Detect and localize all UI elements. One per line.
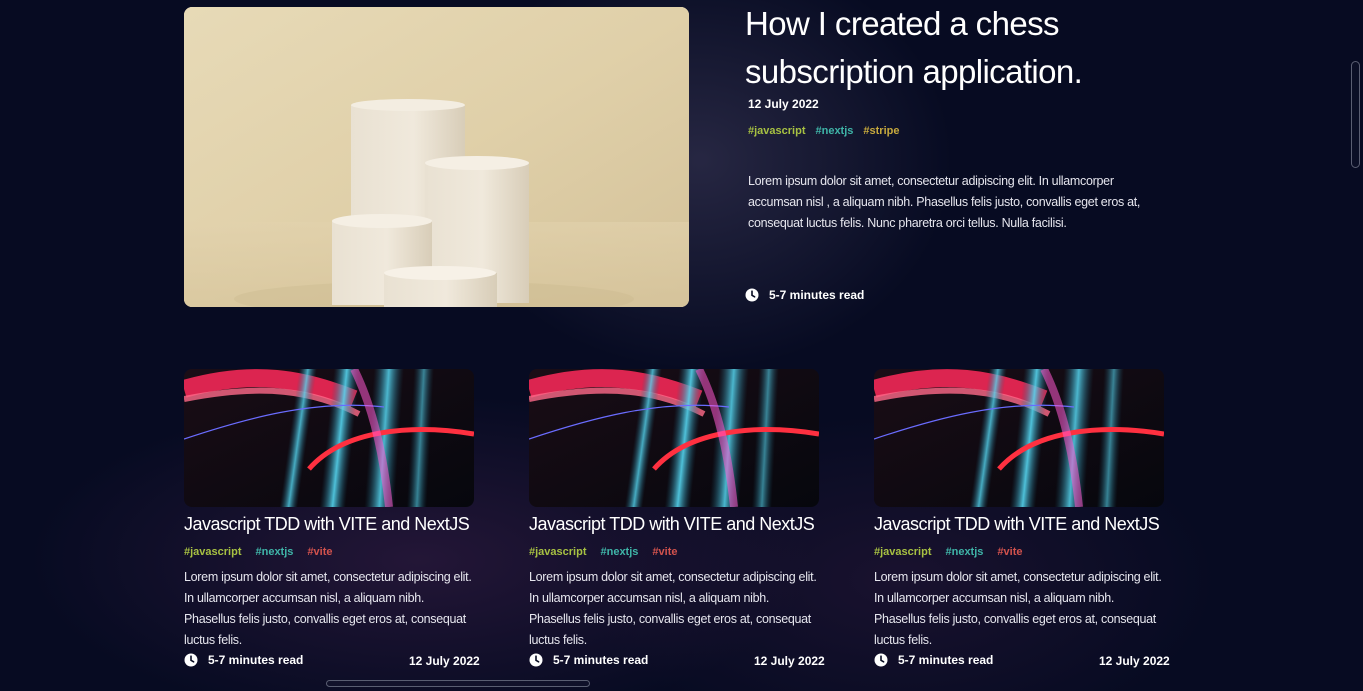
- tag-nextjs[interactable]: #nextjs: [255, 546, 293, 558]
- tag-javascript[interactable]: #javascript: [529, 546, 586, 558]
- featured-post-description: Lorem ipsum dolor sit amet, consectetur …: [748, 174, 1141, 230]
- tag-stripe[interactable]: #stripe: [863, 125, 899, 137]
- tag-nextjs[interactable]: #nextjs: [945, 546, 983, 558]
- clock-icon: [184, 653, 198, 667]
- post-card-date: 12 July 2022: [409, 654, 480, 668]
- post-card-tags: #javascript #nextjs #vite: [874, 546, 1022, 558]
- tag-javascript[interactable]: #javascript: [874, 546, 931, 558]
- post-card-image[interactable]: [529, 369, 819, 507]
- read-time-label: 5-7 minutes read: [769, 288, 865, 302]
- post-card-title[interactable]: Javascript TDD with VITE and NextJS: [874, 514, 1160, 535]
- post-card-title[interactable]: Javascript TDD with VITE and NextJS: [184, 514, 470, 535]
- tag-vite[interactable]: #vite: [652, 546, 677, 558]
- featured-post-read-time: 5-7 minutes read: [745, 288, 864, 302]
- read-time-label: 5-7 minutes read: [898, 653, 994, 667]
- post-card-date: 12 July 2022: [754, 654, 825, 668]
- tag-nextjs[interactable]: #nextjs: [600, 546, 638, 558]
- post-card-description: Lorem ipsum dolor sit amet, consectetur …: [184, 570, 472, 647]
- tag-javascript[interactable]: #javascript: [184, 546, 241, 558]
- post-card-read-time: 5-7 minutes read: [874, 653, 993, 667]
- tag-vite[interactable]: #vite: [307, 546, 332, 558]
- post-card-description: Lorem ipsum dolor sit amet, consectetur …: [529, 570, 817, 647]
- clock-icon: [745, 288, 759, 302]
- post-card-description: Lorem ipsum dolor sit amet, consectetur …: [874, 570, 1162, 647]
- horizontal-scrollbar[interactable]: [326, 680, 590, 687]
- featured-post-tags: #javascript #nextjs #stripe: [748, 125, 899, 137]
- tag-javascript[interactable]: #javascript: [748, 125, 805, 137]
- featured-post-image[interactable]: [184, 7, 689, 307]
- cylinder-podiums-illustration: [184, 7, 689, 307]
- post-card-read-time: 5-7 minutes read: [529, 653, 648, 667]
- tag-vite[interactable]: #vite: [997, 546, 1022, 558]
- clock-icon: [529, 653, 543, 667]
- post-card-image[interactable]: [184, 369, 474, 507]
- read-time-label: 5-7 minutes read: [208, 653, 304, 667]
- post-card-image[interactable]: [874, 369, 1164, 507]
- featured-post-date: 12 July 2022: [748, 97, 819, 111]
- post-card-read-time: 5-7 minutes read: [184, 653, 303, 667]
- post-card-date: 12 July 2022: [1099, 654, 1170, 668]
- tag-nextjs[interactable]: #nextjs: [815, 125, 853, 137]
- post-card[interactable]: Javascript TDD with VITE and NextJS #jav…: [184, 369, 484, 668]
- read-time-label: 5-7 minutes read: [553, 653, 649, 667]
- post-card-tags: #javascript #nextjs #vite: [184, 546, 332, 558]
- featured-post-title[interactable]: How I created a chess subscription appli…: [745, 0, 1185, 96]
- post-card-title[interactable]: Javascript TDD with VITE and NextJS: [529, 514, 815, 535]
- post-card[interactable]: Javascript TDD with VITE and NextJS #jav…: [874, 369, 1174, 668]
- blog-page: How I created a chess subscription appli…: [0, 0, 1363, 691]
- clock-icon: [874, 653, 888, 667]
- vertical-scrollbar[interactable]: [1351, 61, 1360, 168]
- post-card[interactable]: Javascript TDD with VITE and NextJS #jav…: [529, 369, 829, 668]
- post-card-tags: #javascript #nextjs #vite: [529, 546, 677, 558]
